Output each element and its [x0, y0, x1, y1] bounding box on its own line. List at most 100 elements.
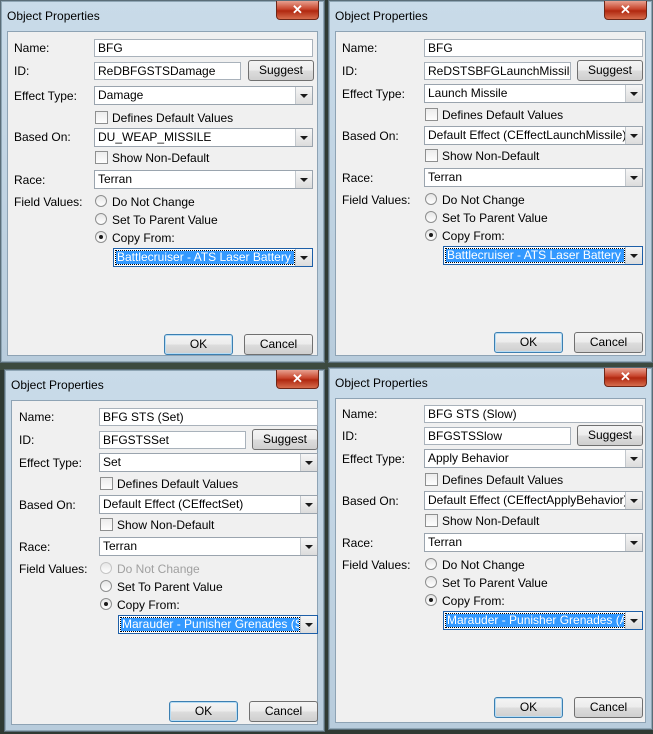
race-value: Terran — [428, 170, 463, 184]
copy-from-value: Battlecruiser - ATS Laser Battery (Launc… — [445, 248, 625, 263]
close-icon[interactable]: ✕ — [276, 370, 319, 389]
object-properties-dialog-2: Object Properties ✕ Name: BFG ID: ReDSTS… — [328, 0, 653, 363]
id-field[interactable]: BFGSTSSlow — [424, 427, 571, 445]
copy-from-radio[interactable] — [425, 594, 437, 606]
chevron-down-icon[interactable] — [300, 496, 317, 513]
name-field[interactable]: BFG — [424, 39, 643, 57]
suggest-button[interactable]: Suggest — [577, 425, 643, 446]
chevron-down-icon[interactable] — [295, 129, 312, 146]
name-label: Name: — [14, 41, 50, 55]
suggest-button[interactable]: Suggest — [252, 429, 318, 450]
set-to-parent-radio[interactable] — [95, 213, 107, 225]
name-label: Name: — [342, 41, 378, 55]
chevron-down-icon[interactable] — [625, 85, 642, 102]
copy-from-select[interactable]: Marauder - Punisher Grenades (Apply Beha… — [443, 611, 643, 630]
id-field[interactable]: ReDBFGSTSDamage — [94, 62, 241, 80]
race-label: Race: — [342, 171, 374, 185]
cancel-button[interactable]: Cancel — [244, 334, 313, 355]
name-field[interactable]: BFG STS (Set) — [99, 408, 318, 426]
based-on-select[interactable]: Default Effect (CEffectApplyBehavior) — [424, 491, 643, 510]
chevron-down-icon[interactable] — [625, 247, 642, 264]
close-icon[interactable]: ✕ — [604, 368, 647, 387]
do-not-change-radio[interactable] — [100, 562, 112, 574]
ok-button[interactable]: OK — [494, 332, 563, 353]
based-on-label: Based On: — [19, 498, 76, 512]
ok-button[interactable]: OK — [164, 334, 233, 355]
chevron-down-icon[interactable] — [625, 127, 642, 144]
set-to-parent-label: Set To Parent Value — [442, 576, 548, 590]
chevron-down-icon[interactable] — [625, 534, 642, 551]
chevron-down-icon[interactable] — [625, 169, 642, 186]
based-on-select[interactable]: Default Effect (CEffectLaunchMissile) — [424, 126, 643, 145]
do-not-change-radio[interactable] — [425, 558, 437, 570]
cancel-button[interactable]: Cancel — [249, 701, 318, 722]
name-field[interactable]: BFG STS (Slow) — [424, 405, 643, 423]
ok-button[interactable]: OK — [494, 697, 563, 718]
copy-from-select[interactable]: Marauder - Punisher Grenades (Set) — [118, 615, 318, 634]
field-values-label: Field Values: — [342, 558, 411, 572]
suggest-button[interactable]: Suggest — [248, 60, 314, 81]
dialog-body: Name: BFG STS (Set) ID: BFGSTSSet Sugges… — [11, 400, 318, 725]
cancel-button[interactable]: Cancel — [574, 332, 643, 353]
copy-from-select[interactable]: Battlecruiser - ATS Laser Battery (Damag… — [113, 248, 313, 267]
based-on-select[interactable]: Default Effect (CEffectSet) — [99, 495, 318, 514]
chevron-down-icon[interactable] — [625, 450, 642, 467]
chevron-down-icon[interactable] — [300, 538, 317, 555]
do-not-change-label: Do Not Change — [112, 195, 195, 209]
close-icon[interactable]: ✕ — [604, 1, 647, 20]
show-non-default-checkbox[interactable] — [100, 518, 113, 531]
defines-default-checkbox[interactable] — [100, 477, 113, 490]
race-select[interactable]: Terran — [424, 533, 643, 552]
set-to-parent-radio[interactable] — [425, 576, 437, 588]
dialog-body: Name: BFG ID: ReDSTSBFGLaunchMissile Sug… — [335, 31, 646, 356]
cancel-button[interactable]: Cancel — [574, 697, 643, 718]
do-not-change-radio[interactable] — [95, 195, 107, 207]
defines-default-checkbox[interactable] — [425, 473, 438, 486]
suggest-button[interactable]: Suggest — [577, 60, 643, 81]
effect-type-select[interactable]: Apply Behavior — [424, 449, 643, 468]
race-select[interactable]: Terran — [424, 168, 643, 187]
effect-type-value: Set — [103, 455, 122, 469]
defines-default-checkbox[interactable] — [95, 111, 108, 124]
object-properties-dialog-3: Object Properties ✕ Name: BFG STS (Set) … — [4, 369, 325, 732]
show-non-default-checkbox[interactable] — [425, 149, 438, 162]
race-select[interactable]: Terran — [94, 170, 313, 189]
chevron-down-icon[interactable] — [625, 612, 642, 629]
set-to-parent-radio[interactable] — [100, 580, 112, 592]
id-field[interactable]: ReDSTSBFGLaunchMissile — [424, 62, 571, 80]
object-properties-dialog-4: Object Properties ✕ Name: BFG STS (Slow)… — [328, 367, 653, 730]
race-label: Race: — [14, 173, 46, 187]
based-on-value: Default Effect (CEffectSet) — [103, 497, 244, 511]
field-values-label: Field Values: — [19, 562, 88, 576]
effect-type-select[interactable]: Damage — [94, 86, 313, 105]
chevron-down-icon[interactable] — [295, 249, 312, 266]
effect-type-label: Effect Type: — [342, 87, 405, 101]
dialog-title: Object Properties — [335, 9, 428, 23]
effect-type-select[interactable]: Launch Missile — [424, 84, 643, 103]
dialog-title: Object Properties — [7, 9, 100, 23]
chevron-down-icon[interactable] — [295, 87, 312, 104]
chevron-down-icon[interactable] — [625, 492, 642, 509]
chevron-down-icon[interactable] — [300, 616, 317, 633]
copy-from-radio[interactable] — [425, 229, 437, 241]
defines-default-checkbox[interactable] — [425, 108, 438, 121]
copy-from-radio[interactable] — [100, 598, 112, 610]
show-non-default-checkbox[interactable] — [425, 514, 438, 527]
chevron-down-icon[interactable] — [295, 171, 312, 188]
show-non-default-checkbox[interactable] — [95, 151, 108, 164]
race-select[interactable]: Terran — [99, 537, 318, 556]
name-field[interactable]: BFG — [94, 39, 313, 57]
field-values-label: Field Values: — [14, 195, 83, 209]
set-to-parent-radio[interactable] — [425, 211, 437, 223]
copy-from-select[interactable]: Battlecruiser - ATS Laser Battery (Launc… — [443, 246, 643, 265]
close-icon[interactable]: ✕ — [276, 1, 319, 20]
id-field[interactable]: BFGSTSSet — [99, 431, 246, 449]
chevron-down-icon[interactable] — [300, 454, 317, 471]
effect-type-select[interactable]: Set — [99, 453, 318, 472]
copy-from-radio[interactable] — [95, 231, 107, 243]
do-not-change-radio[interactable] — [425, 193, 437, 205]
based-on-label: Based On: — [342, 494, 399, 508]
ok-button[interactable]: OK — [169, 701, 238, 722]
based-on-select[interactable]: DU_WEAP_MISSILE — [94, 128, 313, 147]
show-non-default-label: Show Non-Default — [112, 151, 210, 165]
